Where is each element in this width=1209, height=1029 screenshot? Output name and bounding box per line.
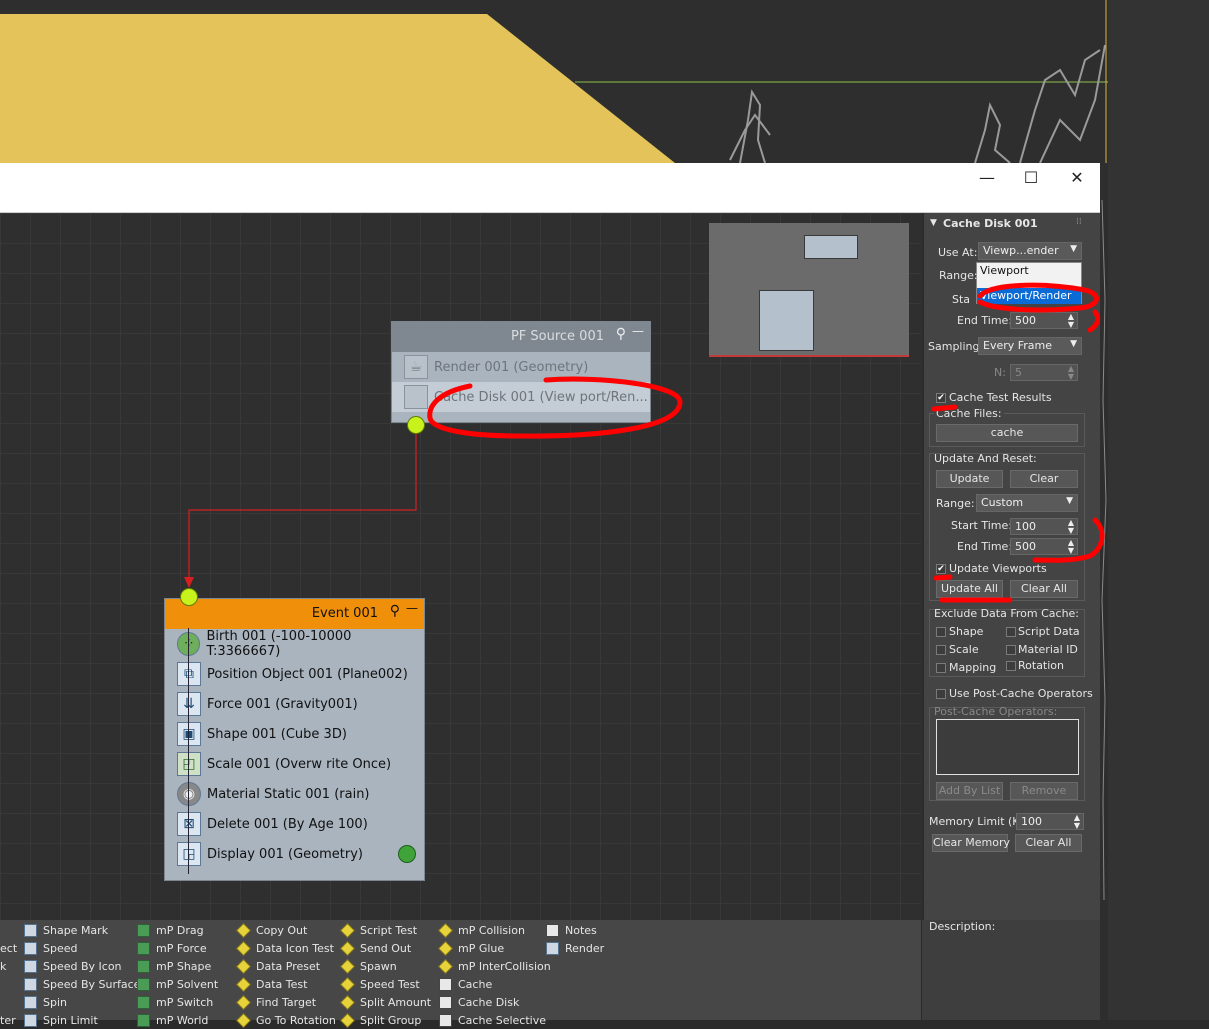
red-annotation-overlay xyxy=(427,282,1105,603)
annotation-underline-update-viewports xyxy=(933,574,953,581)
annotation-bracket-times xyxy=(1032,517,1105,563)
annotation-mark-end-time xyxy=(1087,309,1101,333)
annotation-circle-viewport-render xyxy=(977,282,1099,313)
annotation-circle-cache-disk xyxy=(427,376,683,439)
annotation-underline-cache-test xyxy=(931,404,958,412)
